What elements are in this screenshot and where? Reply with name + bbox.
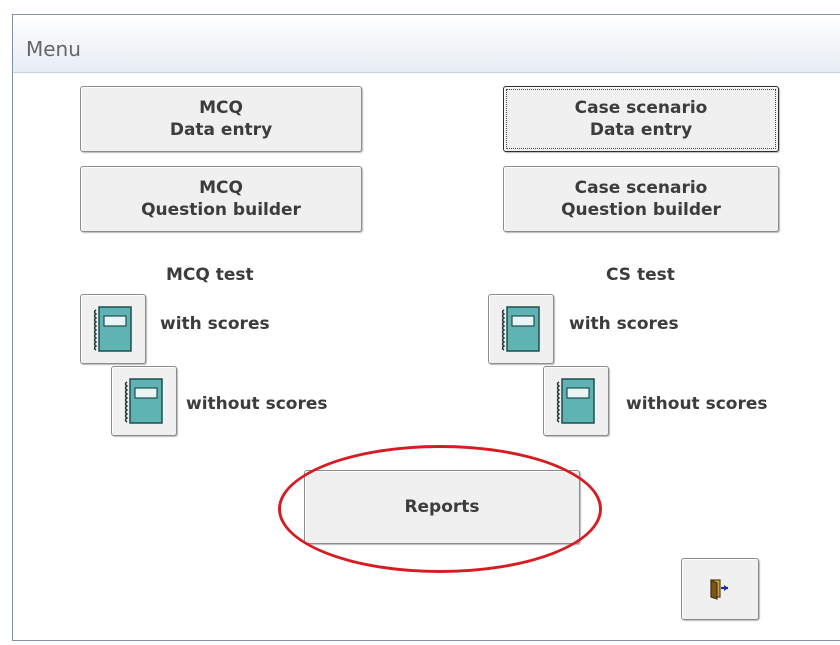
cs-without-scores-label: without scores: [626, 394, 768, 414]
cs-test-heading: CS test: [606, 265, 675, 285]
cs-test-with-scores-button[interactable]: [488, 294, 554, 364]
reports-button[interactable]: Reports: [304, 470, 580, 544]
mcq-test-with-scores-button[interactable]: [80, 294, 146, 364]
notebook-icon: [124, 378, 163, 424]
notebook-icon: [93, 306, 132, 352]
exit-button[interactable]: [681, 558, 759, 620]
mcq-data-entry-line1: MCQ: [199, 98, 243, 118]
mcq-question-builder-line1: MCQ: [199, 178, 243, 198]
cs-data-entry-line2: Data entry: [589, 120, 693, 140]
mcq-question-builder-button[interactable]: MCQ Question builder: [80, 166, 362, 232]
cs-data-entry-button[interactable]: Case scenario Data entry: [503, 86, 779, 152]
mcq-test-without-scores-button[interactable]: [111, 366, 177, 436]
cs-data-entry-line1: Case scenario: [574, 98, 708, 118]
mcq-data-entry-line2: Data entry: [169, 120, 273, 140]
cs-with-scores-label: with scores: [569, 314, 679, 334]
mcq-data-entry-button[interactable]: MCQ Data entry: [80, 86, 362, 152]
notebook-icon: [501, 306, 540, 352]
reports-label: Reports: [404, 497, 480, 517]
exit-door-icon: [710, 579, 728, 600]
mcq-question-builder-line2: Question builder: [141, 200, 301, 220]
notebook-icon: [556, 378, 595, 424]
cs-test-without-scores-button[interactable]: [543, 366, 609, 436]
cs-question-builder-line2: Question builder: [561, 200, 721, 220]
mcq-without-scores-label: without scores: [186, 394, 328, 414]
title-bar: Menu: [13, 15, 840, 73]
mcq-test-heading: MCQ test: [166, 265, 254, 285]
mcq-with-scores-label: with scores: [160, 314, 270, 334]
window-title: Menu: [26, 37, 81, 61]
cs-question-builder-button[interactable]: Case scenario Question builder: [503, 166, 779, 232]
cs-question-builder-line1: Case scenario: [574, 178, 708, 198]
